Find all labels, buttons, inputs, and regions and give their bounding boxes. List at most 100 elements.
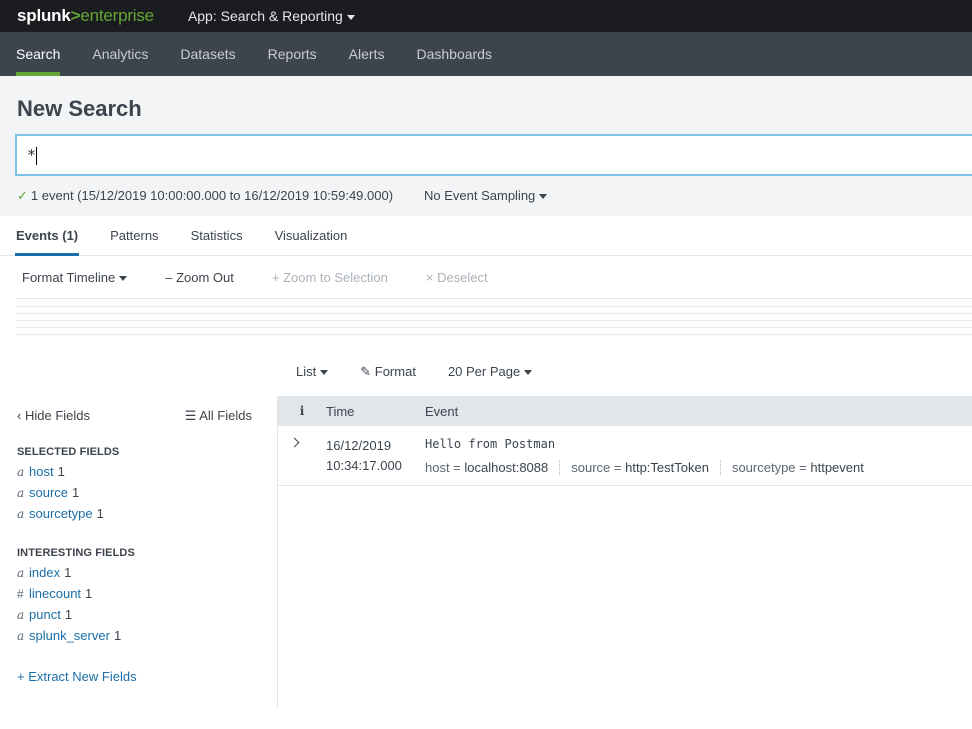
nav-dashboards[interactable]: Dashboards bbox=[400, 32, 508, 76]
string-type-icon: a bbox=[17, 608, 25, 622]
nav-analytics[interactable]: Analytics bbox=[76, 32, 164, 76]
hide-fields-button[interactable]: ‹ Hide Fields bbox=[17, 408, 90, 424]
field-count: 1 bbox=[113, 628, 122, 643]
caret-down-icon bbox=[320, 370, 329, 376]
time-column-header[interactable]: Time bbox=[326, 404, 425, 419]
event-timestamp: 10:34:17.000 bbox=[326, 458, 402, 473]
app-nav: Search Analytics Datasets Reports Alerts… bbox=[0, 32, 972, 76]
timeline-gridline bbox=[16, 306, 972, 307]
expand-row-button[interactable] bbox=[278, 426, 326, 485]
tab-patterns[interactable]: Patterns bbox=[110, 216, 158, 255]
fields-sidebar: ‹ Hide Fields ☰ All Fields SELECTED FIEL… bbox=[0, 396, 278, 708]
event-time[interactable]: 16/12/2019 10:34:17.000 bbox=[326, 426, 425, 485]
field-name: source bbox=[29, 485, 69, 500]
results-tabs: Events (1) Patterns Statistics Visualiza… bbox=[0, 216, 972, 256]
field-count: 1 bbox=[57, 464, 65, 479]
field-value: localhost:8088 bbox=[464, 460, 549, 475]
page-title: New Search bbox=[17, 96, 142, 121]
nav-reports[interactable]: Reports bbox=[252, 32, 333, 76]
per-page-label: 20 Per Page bbox=[447, 364, 521, 379]
nav-label: Dashboards bbox=[416, 46, 492, 62]
caret-down-icon bbox=[524, 370, 533, 376]
caret-down-icon bbox=[119, 275, 128, 281]
field-source[interactable]: a source 1 bbox=[17, 486, 277, 500]
event-field-sourcetype[interactable]: sourcetype = httpevent bbox=[732, 460, 875, 475]
zoom-selection-label: Zoom to Selection bbox=[283, 269, 388, 285]
search-input[interactable]: * bbox=[15, 134, 972, 176]
tab-events[interactable]: Events (1) bbox=[14, 216, 80, 256]
extract-new-fields-link[interactable]: + Extract New Fields bbox=[17, 669, 277, 684]
field-key: sourcetype = bbox=[731, 460, 807, 475]
field-name: linecount bbox=[29, 586, 82, 601]
event-date: 16/12/2019 bbox=[326, 438, 392, 453]
nav-search[interactable]: Search bbox=[0, 32, 76, 76]
list-view-dropdown[interactable]: List bbox=[296, 364, 329, 380]
logo-text: splunk bbox=[17, 6, 71, 25]
event-raw-text[interactable]: Hello from Postman bbox=[425, 437, 886, 451]
hide-fields-label: Hide Fields bbox=[24, 408, 90, 423]
zoom-out-label: Zoom Out bbox=[176, 269, 234, 285]
format-timeline-button[interactable]: Format Timeline bbox=[22, 269, 128, 285]
field-count: 1 bbox=[64, 607, 73, 622]
field-linecount[interactable]: # linecount 1 bbox=[17, 587, 277, 601]
nav-label: Reports bbox=[267, 46, 317, 62]
events-table-header: i Time Event bbox=[278, 396, 972, 426]
deselect-button[interactable]: × Deselect bbox=[426, 270, 488, 285]
format-label: Format bbox=[374, 364, 416, 379]
chevron-right-icon bbox=[289, 437, 300, 448]
text-cursor bbox=[36, 146, 38, 165]
nav-label: Search bbox=[16, 46, 61, 62]
field-punct[interactable]: a punct 1 bbox=[17, 608, 277, 622]
string-type-icon: a bbox=[17, 566, 25, 580]
timeline-chart[interactable] bbox=[16, 298, 972, 335]
format-timeline-label: Format Timeline bbox=[22, 269, 116, 285]
plus-icon: + bbox=[271, 269, 280, 285]
check-icon: ✓ bbox=[17, 188, 28, 203]
field-value: httpevent bbox=[810, 460, 864, 475]
zoom-to-selection-button[interactable]: + Zoom to Selection bbox=[272, 270, 388, 285]
list-label: List bbox=[296, 364, 317, 379]
timeline-gridline bbox=[16, 334, 972, 335]
event-field-source[interactable]: source = http:TestToken bbox=[571, 460, 721, 475]
search-query-text: * bbox=[27, 146, 37, 164]
x-icon: × bbox=[425, 269, 434, 285]
interesting-fields-heading: INTERESTING FIELDS bbox=[17, 547, 135, 559]
field-value: http:TestToken bbox=[625, 460, 709, 475]
timeline-gridline bbox=[16, 327, 972, 328]
app-menu[interactable]: App: Search & Reporting bbox=[188, 8, 355, 24]
number-type-icon: # bbox=[17, 587, 24, 601]
info-icon[interactable]: i bbox=[278, 404, 326, 418]
field-count: 1 bbox=[72, 485, 80, 500]
field-host[interactable]: a host 1 bbox=[17, 465, 277, 479]
field-name: punct bbox=[29, 607, 61, 622]
format-button[interactable]: ✎ Format bbox=[360, 364, 416, 380]
field-count: 1 bbox=[64, 565, 72, 580]
event-sampling-dropdown[interactable]: No Event Sampling bbox=[424, 188, 548, 203]
search-header: New Search * ✓ 1 event (15/12/2019 10:00:… bbox=[0, 76, 972, 216]
field-key: source = bbox=[571, 460, 622, 475]
field-name: index bbox=[29, 565, 61, 580]
field-splunk-server[interactable]: a splunk_server 1 bbox=[17, 629, 277, 643]
tab-statistics[interactable]: Statistics bbox=[191, 216, 243, 255]
splunk-logo[interactable]: splunk>enterprise bbox=[17, 6, 154, 26]
nav-alerts[interactable]: Alerts bbox=[333, 32, 401, 76]
nav-datasets[interactable]: Datasets bbox=[164, 32, 251, 76]
per-page-dropdown[interactable]: 20 Per Page bbox=[447, 364, 533, 380]
tab-visualization[interactable]: Visualization bbox=[275, 216, 348, 255]
string-type-icon: a bbox=[17, 486, 25, 500]
search-status: ✓ 1 event (15/12/2019 10:00:00.000 to 16/… bbox=[17, 188, 393, 204]
pencil-icon: ✎ bbox=[360, 364, 372, 379]
all-fields-button[interactable]: ☰ All Fields bbox=[185, 408, 252, 424]
field-name: host bbox=[29, 464, 54, 479]
app-menu-label: App: Search & Reporting bbox=[187, 8, 343, 24]
minus-icon: – bbox=[165, 269, 173, 285]
event-field-host[interactable]: host = localhost:8088 bbox=[425, 460, 561, 475]
event-content: Hello from Postman host = localhost:8088… bbox=[425, 426, 886, 485]
string-type-icon: a bbox=[17, 629, 25, 643]
zoom-out-button[interactable]: – Zoom Out bbox=[165, 270, 234, 285]
field-count: 1 bbox=[96, 506, 104, 521]
field-name: sourcetype bbox=[29, 506, 93, 521]
field-sourcetype[interactable]: a sourcetype 1 bbox=[17, 507, 277, 521]
logo-product: enterprise bbox=[80, 6, 154, 25]
field-index[interactable]: a index 1 bbox=[17, 566, 277, 580]
